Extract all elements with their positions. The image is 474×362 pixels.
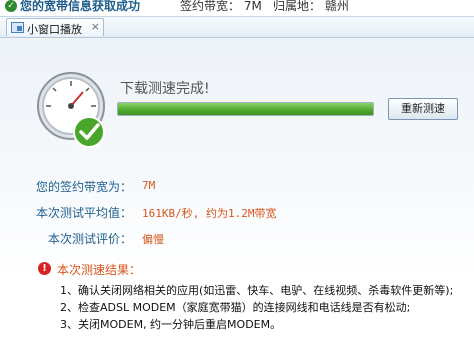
tab-mini-window-play[interactable]: 小窗口播放 ×	[6, 18, 104, 36]
speedometer-icon	[35, 68, 111, 154]
window-icon	[11, 22, 24, 33]
rating-label: 本次测试评价：	[47, 232, 132, 246]
status-bar: ✓ 您的宽带信息获取成功 签约带宽： 7M 归属地： 赣州	[0, 0, 474, 16]
test-complete-text: 下载测速完成!	[120, 81, 210, 97]
result-item: 3、关闭MODEM, 约一分钟后重启MODEM。	[60, 318, 282, 331]
result-item: 2、检查ADSL MODEM（家庭宽带猫）的连接网线和电话线是否有松动;	[60, 301, 411, 314]
status-message: 您的宽带信息获取成功	[20, 0, 141, 13]
location: 归属地： 赣州	[273, 0, 349, 13]
close-icon[interactable]: ×	[91, 20, 100, 33]
check-icon: ✓	[5, 0, 17, 12]
tab-bar: 小窗口播放 ×	[0, 16, 474, 38]
result-title: 本次测速结果：	[57, 263, 142, 277]
retest-button[interactable]: 重新测速	[388, 98, 458, 120]
bandwidth-value: 7M	[142, 179, 156, 192]
bandwidth-label: 您的签约带宽为：	[35, 180, 132, 194]
rating-value: 偏慢	[142, 233, 164, 246]
tab-label: 小窗口播放	[27, 23, 82, 36]
progress-fill	[118, 103, 373, 115]
result-item: 1、确认关闭网络相关的应用(如迅雷、快车、电驴、在线视频、杀毒软件更新等);	[60, 284, 454, 297]
warning-icon: !	[38, 262, 51, 275]
average-label: 本次测试平均值：	[35, 206, 132, 220]
download-progress-bar	[117, 102, 374, 116]
contract-bandwidth: 签约带宽： 7M	[180, 0, 262, 13]
average-value: 161KB/秒, 约为1.2M带宽	[142, 207, 277, 220]
